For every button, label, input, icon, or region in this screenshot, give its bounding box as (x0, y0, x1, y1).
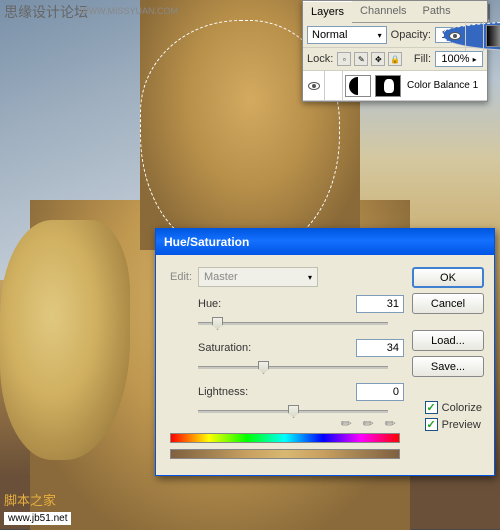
hue-input[interactable]: 31 (356, 295, 404, 313)
adjustment-thumb-icon[interactable] (345, 75, 371, 97)
tab-layers[interactable]: Layers (303, 1, 352, 23)
hue-slider[interactable] (198, 317, 388, 331)
layer-row[interactable]: Color Balance 1 (303, 71, 487, 101)
lock-brush-icon[interactable]: ✎ (354, 52, 368, 66)
hue-label: Hue: (198, 298, 278, 310)
slider-handle-icon[interactable] (288, 405, 299, 418)
ok-button[interactable]: OK (412, 267, 484, 288)
tab-channels[interactable]: Channels (352, 1, 414, 22)
visibility-toggle[interactable] (303, 71, 325, 101)
edit-label: Edit: (170, 271, 192, 283)
chevron-down-icon: ▾ (378, 31, 382, 40)
arrow-icon: ▸ (473, 55, 477, 64)
eyedropper-subtract-icon[interactable]: ✎ (381, 412, 401, 432)
colorize-checkbox[interactable]: ✓ (425, 401, 438, 414)
save-button[interactable]: Save... (412, 356, 484, 377)
colorize-label: Colorize (442, 402, 482, 414)
layer-list: Hue/Saturation 2 Color Balance 1 (303, 71, 487, 101)
spectrum-strip (170, 433, 400, 443)
preview-checkbox[interactable]: ✓ (425, 418, 438, 431)
fish-sculpture (0, 220, 130, 460)
saturation-label: Saturation: (198, 342, 278, 354)
eyedropper-add-icon[interactable]: ✎ (359, 412, 379, 432)
hue-spectrum-bar (170, 433, 484, 445)
lock-transparent-icon[interactable]: ▫ (337, 52, 351, 66)
panel-tabs: Layers Channels Paths (303, 1, 487, 23)
link-cell[interactable] (325, 71, 343, 101)
spectrum-strip (170, 449, 400, 459)
preview-label: Preview (442, 419, 481, 431)
lock-buttons: ▫ ✎ ✥ 🔒 (337, 52, 402, 66)
lightness-label: Lightness: (198, 386, 278, 398)
lightness-input[interactable]: 0 (356, 383, 404, 401)
lock-label: Lock: (307, 53, 333, 65)
chevron-down-icon: ▾ (308, 273, 312, 282)
fill-label: Fill: (414, 53, 431, 65)
layer-row[interactable]: Hue/Saturation 2 (443, 21, 500, 51)
lock-all-icon[interactable]: 🔒 (388, 52, 402, 66)
hue-saturation-dialog: Hue/Saturation Edit: Master ▾ Hue: 31 Sa… (155, 228, 495, 476)
dialog-titlebar[interactable]: Hue/Saturation (156, 229, 494, 255)
adjustment-thumb-icon[interactable] (486, 25, 500, 47)
edit-value: Master (204, 271, 238, 283)
mask-thumb-icon[interactable] (375, 75, 401, 97)
layer-name[interactable]: Color Balance 1 (403, 80, 487, 91)
load-button[interactable]: Load... (412, 330, 484, 351)
link-cell[interactable] (466, 21, 484, 51)
opacity-label: Opacity: (391, 29, 431, 41)
tab-paths[interactable]: Paths (415, 1, 459, 22)
fill-input[interactable]: 100% ▸ (435, 51, 483, 67)
blend-mode-value: Normal (312, 29, 347, 41)
fill-value: 100% (441, 53, 469, 65)
watermark-bottom-left: 脚本之家 (4, 490, 56, 509)
layers-panel: Layers Channels Paths Normal ▾ Opacity: … (302, 0, 488, 102)
eyedropper-group: ✎ ✎ ✎ (340, 415, 398, 429)
edit-channel-select[interactable]: Master ▾ (198, 267, 318, 287)
blend-mode-select[interactable]: Normal ▾ (307, 26, 387, 44)
balance-icon (349, 77, 367, 95)
watermark-top-left-url: WWW.MISSYUAN.COM (80, 6, 178, 16)
saturation-input[interactable]: 34 (356, 339, 404, 357)
cancel-button[interactable]: Cancel (412, 293, 484, 314)
result-spectrum-bar (170, 449, 484, 461)
eyedropper-icon[interactable]: ✎ (337, 412, 357, 432)
lock-move-icon[interactable]: ✥ (371, 52, 385, 66)
slider-handle-icon[interactable] (258, 361, 269, 374)
visibility-toggle[interactable] (444, 21, 466, 51)
eye-icon (449, 32, 461, 40)
watermark-bottom-url: www.jb51.net (4, 512, 71, 525)
saturation-slider[interactable] (198, 361, 388, 375)
watermark-top-left: 思缘设计论坛 (4, 2, 88, 22)
eye-icon (308, 82, 320, 90)
slider-handle-icon[interactable] (212, 317, 223, 330)
